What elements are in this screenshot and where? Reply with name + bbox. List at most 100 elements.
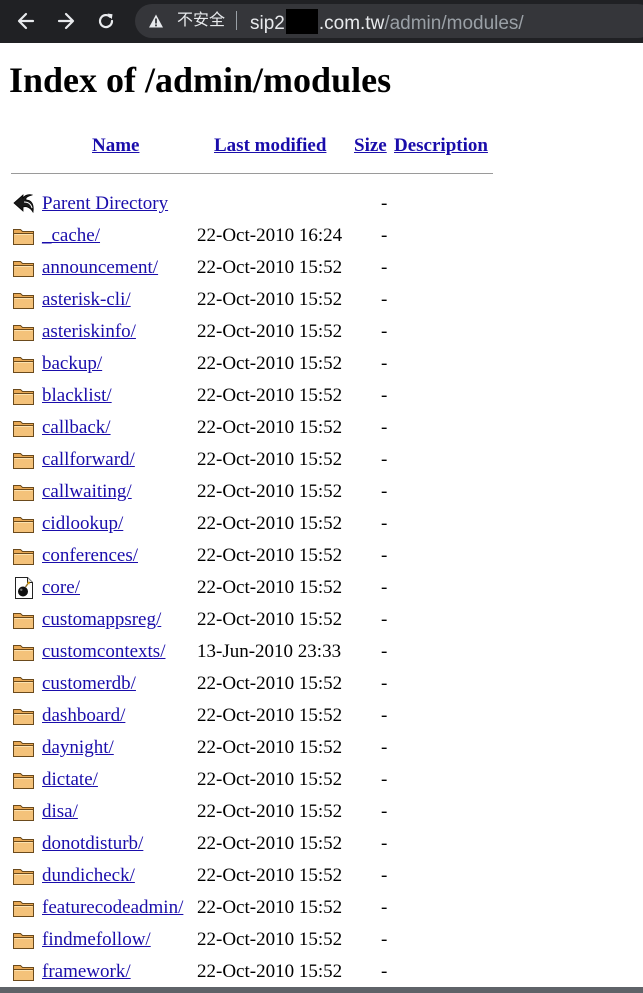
back-arrow-icon bbox=[12, 192, 36, 216]
folder-icon bbox=[12, 672, 36, 696]
list-item: customerdb/22-Oct-2010 15:52 - bbox=[0, 669, 643, 701]
list-item: asteriskinfo/22-Oct-2010 15:52 - bbox=[0, 317, 643, 349]
back-button[interactable] bbox=[12, 7, 40, 35]
folder-icon bbox=[12, 768, 36, 792]
size-cell: - bbox=[381, 289, 388, 310]
core-dump-icon bbox=[12, 576, 36, 600]
folder-icon bbox=[12, 448, 36, 472]
entry-link[interactable]: backup/ bbox=[42, 353, 102, 375]
folder-icon bbox=[12, 736, 36, 760]
entry-link[interactable]: customcontexts/ bbox=[42, 641, 165, 663]
last-modified-cell: 22-Oct-2010 15:52 bbox=[197, 833, 343, 854]
entry-link[interactable]: dundicheck/ bbox=[42, 865, 135, 887]
folder-icon bbox=[12, 928, 36, 952]
last-modified-cell: 22-Oct-2010 15:52 bbox=[197, 481, 343, 502]
warning-icon[interactable] bbox=[148, 13, 164, 29]
size-cell: - bbox=[381, 257, 388, 278]
size-cell: - bbox=[381, 577, 388, 598]
list-item: featurecodeadmin/22-Oct-2010 15:52 - bbox=[0, 893, 643, 925]
last-modified-cell: 22-Oct-2010 15:52 bbox=[197, 897, 343, 918]
entry-link[interactable]: daynight/ bbox=[42, 737, 114, 759]
list-item: cidlookup/22-Oct-2010 15:52 - bbox=[0, 509, 643, 541]
list-item: daynight/22-Oct-2010 15:52 - bbox=[0, 733, 643, 765]
reload-button[interactable] bbox=[92, 7, 120, 35]
not-secure-label[interactable]: 不安全 bbox=[177, 10, 225, 30]
list-item: dundicheck/22-Oct-2010 15:52 - bbox=[0, 861, 643, 893]
size-cell: - bbox=[381, 609, 388, 630]
last-modified-cell: 22-Oct-2010 15:52 bbox=[197, 545, 343, 566]
entry-link[interactable]: donotdisturb/ bbox=[42, 833, 143, 855]
size-cell: - bbox=[381, 769, 388, 790]
header-divider bbox=[11, 173, 493, 174]
size-cell: - bbox=[381, 929, 388, 950]
size-cell: - bbox=[381, 513, 388, 534]
list-item: dashboard/22-Oct-2010 15:52 - bbox=[0, 701, 643, 733]
entry-link[interactable]: core/ bbox=[42, 577, 80, 599]
reload-icon bbox=[98, 13, 114, 29]
entry-link[interactable]: featurecodeadmin/ bbox=[42, 897, 183, 919]
entry-link[interactable]: cidlookup/ bbox=[42, 513, 123, 535]
entry-link[interactable]: asterisk-cli/ bbox=[42, 289, 131, 311]
size-cell: - bbox=[381, 193, 388, 214]
horizontal-scrollbar[interactable] bbox=[0, 987, 643, 993]
entry-link[interactable]: customappsreg/ bbox=[42, 609, 161, 631]
address-bar[interactable]: 不安全 sip2 .com.tw/admin/modules/ bbox=[135, 4, 643, 38]
entry-link[interactable]: callforward/ bbox=[42, 449, 135, 471]
sort-by-modified-link[interactable]: Last modified bbox=[214, 135, 326, 156]
list-item: dictate/22-Oct-2010 15:52 - bbox=[0, 765, 643, 797]
last-modified-cell: 22-Oct-2010 15:52 bbox=[197, 417, 343, 438]
folder-icon bbox=[12, 864, 36, 888]
last-modified-cell: 22-Oct-2010 15:52 bbox=[197, 705, 343, 726]
sort-by-name-link[interactable]: Name bbox=[92, 135, 139, 156]
sort-by-size-link[interactable]: Size bbox=[354, 135, 387, 156]
last-modified-cell: 22-Oct-2010 15:52 bbox=[197, 673, 343, 694]
column-header-size: Size bbox=[354, 135, 387, 157]
forward-button[interactable] bbox=[52, 7, 80, 35]
folder-icon bbox=[12, 512, 36, 536]
url-host-prefix: sip2 bbox=[250, 13, 285, 34]
entry-link[interactable]: disa/ bbox=[42, 801, 78, 823]
folder-icon bbox=[12, 800, 36, 824]
size-cell: - bbox=[381, 225, 388, 246]
last-modified-cell: 13-Jun-2010 23:33 bbox=[197, 641, 342, 662]
entry-link[interactable]: blacklist/ bbox=[42, 385, 112, 407]
size-cell: - bbox=[381, 481, 388, 502]
last-modified-cell: 22-Oct-2010 16:24 bbox=[197, 225, 343, 246]
size-cell: - bbox=[381, 833, 388, 854]
parent-directory-row: Parent Directory - bbox=[0, 189, 643, 221]
entry-link[interactable]: callwaiting/ bbox=[42, 481, 132, 503]
entry-link[interactable]: _cache/ bbox=[42, 225, 100, 247]
entry-link[interactable]: dictate/ bbox=[42, 769, 98, 791]
folder-icon bbox=[12, 416, 36, 440]
entry-link[interactable]: framework/ bbox=[42, 961, 131, 983]
column-header-last-modified: Last modified bbox=[214, 135, 326, 157]
entry-link[interactable]: findmefollow/ bbox=[42, 929, 151, 951]
list-item: blacklist/22-Oct-2010 15:52 - bbox=[0, 381, 643, 413]
last-modified-cell: 22-Oct-2010 15:52 bbox=[197, 865, 343, 886]
entry-link[interactable]: asteriskinfo/ bbox=[42, 321, 136, 343]
size-cell: - bbox=[381, 417, 388, 438]
last-modified-cell: 22-Oct-2010 15:52 bbox=[197, 257, 343, 278]
list-item: customcontexts/13-Jun-2010 23:33 - bbox=[0, 637, 643, 669]
folder-icon bbox=[12, 224, 36, 248]
sort-by-description-link[interactable]: Description bbox=[394, 135, 488, 156]
entry-link[interactable]: dashboard/ bbox=[42, 705, 125, 727]
last-modified-cell: 22-Oct-2010 15:52 bbox=[197, 769, 343, 790]
list-item: asterisk-cli/22-Oct-2010 15:52 - bbox=[0, 285, 643, 317]
arrow-left-icon bbox=[17, 12, 35, 30]
size-cell: - bbox=[381, 321, 388, 342]
entry-link[interactable]: customerdb/ bbox=[42, 673, 136, 695]
folder-icon bbox=[12, 352, 36, 376]
size-cell: - bbox=[381, 673, 388, 694]
folder-icon bbox=[12, 256, 36, 280]
entry-link[interactable]: announcement/ bbox=[42, 257, 158, 279]
folder-icon bbox=[12, 544, 36, 568]
entry-link[interactable]: conferences/ bbox=[42, 545, 138, 567]
parent-directory-link[interactable]: Parent Directory bbox=[42, 193, 168, 215]
size-cell: - bbox=[381, 353, 388, 374]
url-text[interactable]: sip2 .com.tw/admin/modules/ bbox=[250, 9, 524, 35]
entry-link[interactable]: callback/ bbox=[42, 417, 111, 439]
size-cell: - bbox=[381, 641, 388, 662]
list-item: core/22-Oct-2010 15:52 - bbox=[0, 573, 643, 605]
size-cell: - bbox=[381, 449, 388, 470]
